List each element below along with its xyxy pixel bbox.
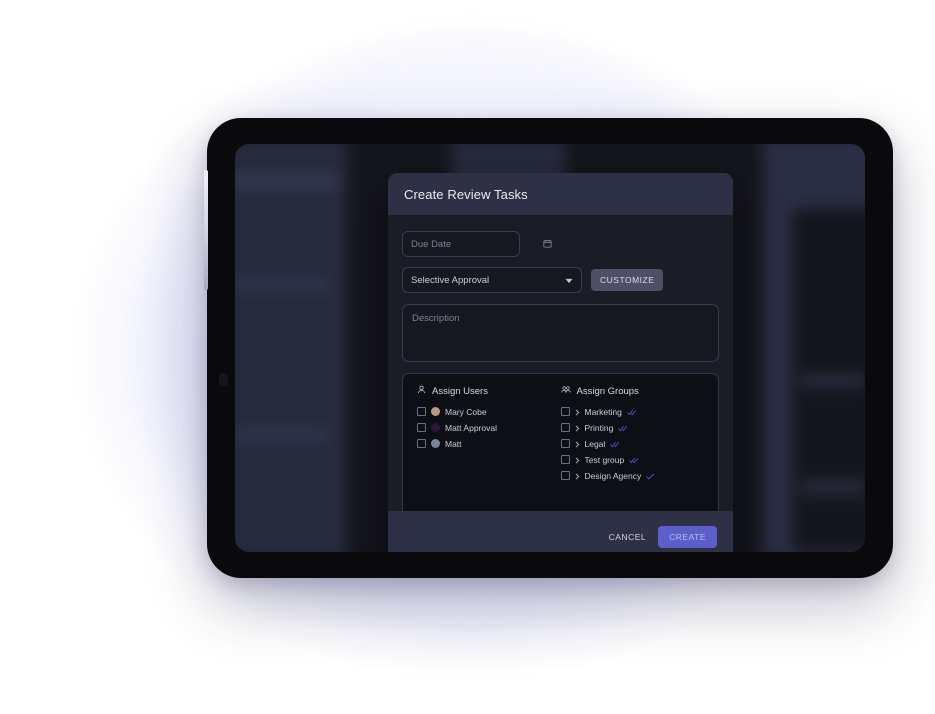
dialog-footer: CANCEL CREATE [388, 511, 733, 552]
dialog-header: Create Review Tasks [388, 173, 733, 215]
group-checkbox[interactable] [560, 423, 570, 432]
assign-panel: Assign Users Mary Cobe Matt Approval Mat… [402, 373, 719, 517]
assign-users-column: Assign Users Mary Cobe Matt Approval Mat… [417, 385, 561, 505]
assign-users-label: Assign Users [432, 385, 488, 397]
due-date-field[interactable] [402, 231, 552, 257]
group-name: Printing [584, 422, 614, 433]
create-button[interactable]: CREATE [658, 526, 717, 548]
group-name: Design Agency [584, 470, 642, 481]
list-item[interactable]: Legal [560, 435, 705, 453]
cancel-button[interactable]: CANCEL [607, 528, 648, 546]
avatar [431, 439, 440, 448]
user-checkbox[interactable] [417, 439, 426, 448]
group-checkbox[interactable] [560, 471, 570, 480]
list-item[interactable]: Mary Cobe [417, 405, 561, 418]
description-input[interactable] [412, 313, 709, 353]
tablet-edge-highlight [204, 170, 208, 290]
group-name: Legal [584, 438, 606, 449]
avatar [431, 407, 440, 416]
group-checkbox[interactable] [560, 455, 570, 464]
dialog-body: Selective Approval CUSTOMIZE [388, 215, 733, 517]
page-title: Create Review Tasks [404, 186, 528, 202]
create-review-tasks-dialog: Create Review Tasks Selective Approval [388, 173, 733, 552]
group-checkbox[interactable] [560, 439, 570, 448]
tablet-screen: Create Review Tasks Selective Approval [235, 144, 865, 552]
calendar-icon [543, 235, 552, 253]
list-item[interactable]: Marketing [560, 405, 705, 418]
assign-groups-heading: Assign Groups [560, 385, 705, 397]
list-item[interactable]: Design Agency [560, 467, 705, 485]
double-check-icon [610, 435, 621, 453]
tablet-device: Create Review Tasks Selective Approval [204, 118, 893, 578]
single-check-icon [646, 467, 655, 485]
assign-groups-label: Assign Groups [576, 385, 639, 397]
approval-type-value: Selective Approval [411, 274, 490, 286]
group-icon [560, 385, 571, 397]
user-checkbox[interactable] [417, 407, 426, 416]
user-name: Matt Approval [445, 422, 497, 433]
list-item[interactable]: Matt Approval [417, 421, 561, 434]
list-item[interactable]: Printing [560, 421, 705, 434]
group-checkbox[interactable] [560, 407, 570, 416]
avatar [431, 423, 440, 432]
user-name: Matt [445, 438, 462, 449]
chevron-right-icon[interactable] [575, 467, 580, 485]
group-name: Marketing [584, 406, 622, 417]
list-item[interactable]: Test group [560, 451, 705, 469]
customize-button[interactable]: CUSTOMIZE [591, 269, 664, 291]
group-name: Test group [584, 454, 625, 465]
tablet-side-button[interactable] [219, 373, 228, 386]
user-name: Mary Cobe [445, 406, 487, 417]
approval-type-select[interactable]: Selective Approval [402, 267, 582, 293]
person-icon [417, 385, 426, 397]
assign-users-heading: Assign Users [417, 385, 561, 397]
assign-groups-column: Assign Groups Marketing Printing Legal T… [560, 385, 705, 505]
user-checkbox[interactable] [417, 423, 426, 432]
due-date-input[interactable] [411, 238, 543, 250]
list-item[interactable]: Matt [417, 437, 561, 450]
description-field[interactable] [402, 304, 719, 362]
double-check-icon [629, 451, 640, 469]
chevron-down-icon [565, 271, 573, 289]
